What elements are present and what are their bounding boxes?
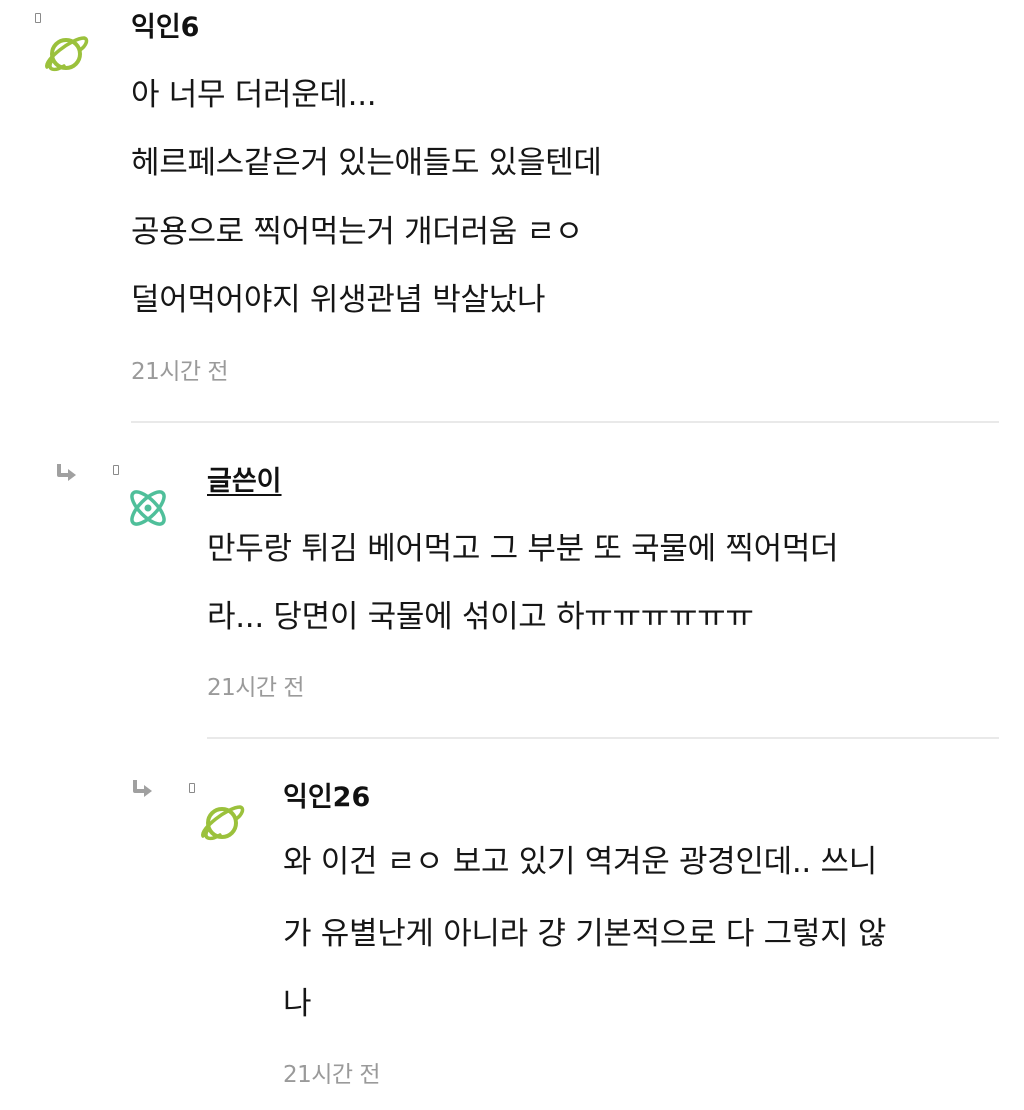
comment-text-line: 공용으로 찍어먹는거 개더러움 ㄹㅇ [131,214,583,250]
comment-nickname[interactable]: 익인6 [131,11,199,45]
divider [131,421,999,423]
comment-text-line: 아 너무 더러운데... [131,77,377,113]
comment-text-line: 와 이건 ㄹㅇ 보고 있기 역겨운 광경인데.. 쓰니 [283,844,877,880]
comment-text-line: 헤르페스같은거 있는애들도 있을텐데 [131,145,602,181]
comment-timestamp: 21시간 전 [283,1062,381,1088]
comment-timestamp: 21시간 전 [207,675,305,701]
atom-icon [130,490,166,526]
comment-text-line: 라... 당면이 국물에 섞이고 하ㅠㅠㅠㅠㅠㅠ [207,599,754,635]
reply-arrow-icon [133,780,152,797]
planet-icon [201,805,245,841]
comment-nickname[interactable]: 익인26 [283,781,370,815]
comment-marker [113,465,119,475]
comment-text-line: 덜어먹어야지 위생관념 박살났나 [131,282,546,318]
reply-arrow-icon [57,464,76,481]
divider [207,737,999,739]
comment-marker [35,13,41,23]
comment-text-line: 만두랑 튀김 베어먹고 그 부분 또 국물에 찍어먹더 [207,531,839,567]
planet-icon [45,36,89,72]
comment-nickname[interactable]: 글쓴이 [207,465,282,499]
comment-marker [189,783,195,793]
comment-text-line: 나 [283,986,312,1022]
comment-text-line: 가 유별난게 아니라 걍 기본적으로 다 그렇지 않 [283,916,887,952]
comment-timestamp: 21시간 전 [131,359,229,385]
